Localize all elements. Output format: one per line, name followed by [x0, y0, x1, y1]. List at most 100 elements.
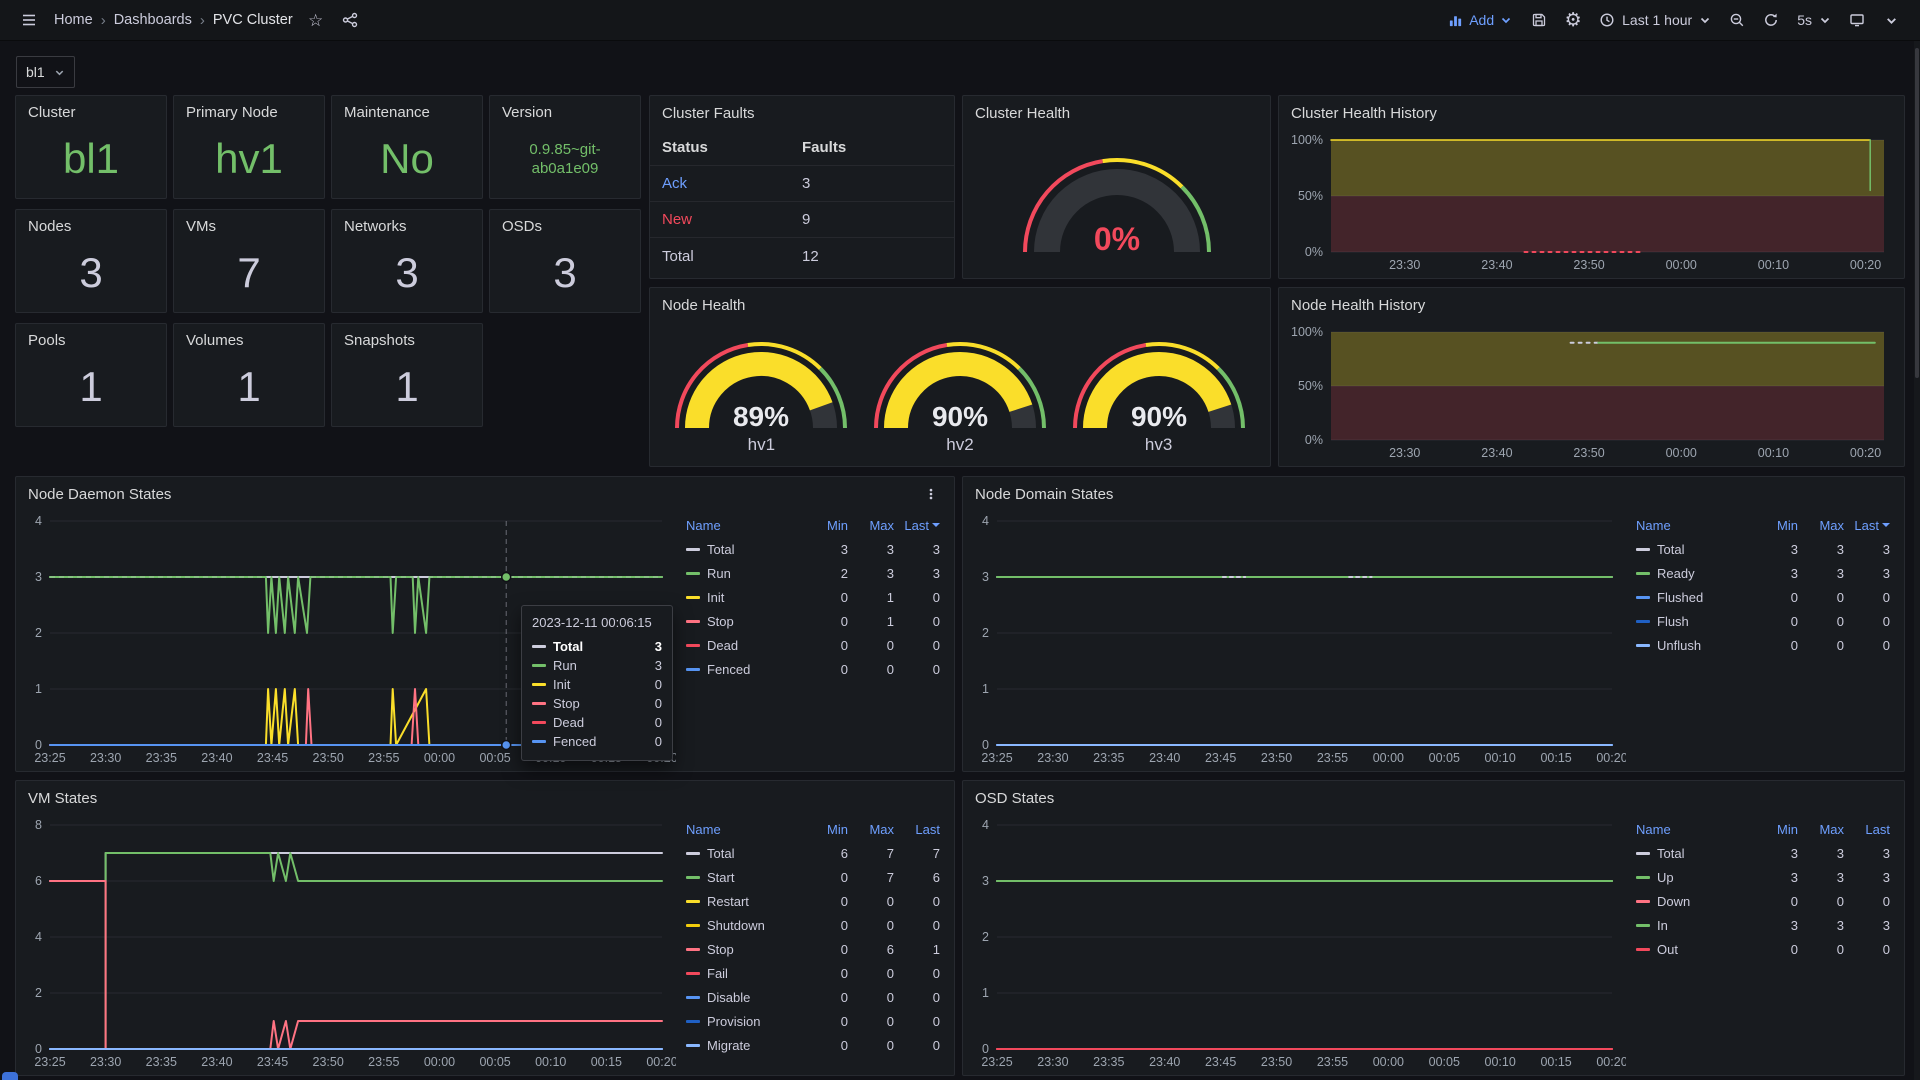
legend-item-stop[interactable]: Stop061: [686, 937, 940, 961]
legend-item-fenced[interactable]: Fenced000: [686, 657, 940, 681]
legend-item-flushed[interactable]: Flushed000: [1636, 585, 1890, 609]
legend-item-restart[interactable]: Restart000: [686, 889, 940, 913]
legend-item-shutdown[interactable]: Shutdown000: [686, 913, 940, 937]
node-health-history-chart[interactable]: 100%50%0%23:3023:4023:5000:0000:1000:20: [1285, 322, 1898, 462]
legend-item-disable[interactable]: Disable000: [686, 985, 940, 1009]
scrollbar-thumb[interactable]: [1915, 48, 1919, 378]
kiosk-mode-button[interactable]: [1842, 5, 1872, 35]
menu-toggle-button[interactable]: [14, 5, 44, 35]
legend-item-init[interactable]: Init010: [686, 585, 940, 609]
vm-states-chart[interactable]: 8642023:2523:3023:3523:4023:4523:5023:55…: [22, 815, 676, 1071]
panel-title[interactable]: Cluster Health History: [1279, 96, 1904, 130]
scrollbar[interactable]: [1914, 41, 1920, 1080]
legend-col-min[interactable]: Min: [1752, 518, 1798, 533]
legend-col-max[interactable]: Max: [848, 822, 894, 837]
panel-title[interactable]: Primary Node: [174, 96, 324, 121]
legend-item-down[interactable]: Down000: [1636, 889, 1890, 913]
panel-title[interactable]: Pools: [16, 324, 166, 349]
legend-col-max[interactable]: Max: [1798, 518, 1844, 533]
refresh-button[interactable]: [1756, 5, 1786, 35]
legend-item-ready[interactable]: Ready333: [1636, 561, 1890, 585]
legend-series-name: Provision: [707, 1014, 760, 1029]
node-daemon-states-legend: NameMinMaxLast Total333Run233Init010Stop0…: [676, 511, 948, 767]
panel-title[interactable]: VM States: [16, 781, 954, 815]
panel-title[interactable]: Cluster Health: [963, 96, 1270, 130]
dashboard-settings-button[interactable]: ⚙: [1558, 5, 1588, 35]
panel-title[interactable]: Networks: [332, 210, 482, 235]
legend-col-max[interactable]: Max: [848, 518, 894, 533]
legend-item-out[interactable]: Out000: [1636, 937, 1890, 961]
legend-col-min[interactable]: Min: [802, 518, 848, 533]
share-button[interactable]: [335, 5, 365, 35]
chevron-down-icon: [54, 67, 65, 78]
legend-col-name[interactable]: Name: [1636, 822, 1752, 837]
panel-title[interactable]: Snapshots: [332, 324, 482, 349]
legend-col-name[interactable]: Name: [686, 822, 802, 837]
legend-series-name: Shutdown: [707, 918, 765, 933]
legend-item-up[interactable]: Up333: [1636, 865, 1890, 889]
panel-title[interactable]: Node Health History: [1279, 288, 1904, 322]
panel-title[interactable]: Node Health: [650, 288, 1270, 322]
bottom-left-button[interactable]: [2, 1072, 18, 1080]
svg-text:0: 0: [982, 1042, 989, 1056]
refresh-interval-picker[interactable]: 5s: [1790, 5, 1838, 35]
save-dashboard-button[interactable]: [1524, 5, 1554, 35]
breadcrumb-current[interactable]: PVC Cluster: [213, 12, 293, 28]
panel-menu-button[interactable]: [920, 483, 942, 505]
legend-item-total[interactable]: Total333: [686, 537, 940, 561]
panel-title[interactable]: Version: [490, 96, 640, 121]
legend-col-last[interactable]: Last: [894, 518, 940, 533]
legend-item-dead[interactable]: Dead000: [686, 633, 940, 657]
legend-last-value: 0: [894, 1038, 940, 1053]
legend-min-value: 0: [802, 966, 848, 981]
collapse-nav-button[interactable]: [1876, 5, 1906, 35]
legend-col-max[interactable]: Max: [1798, 822, 1844, 837]
panel-title[interactable]: Volumes: [174, 324, 324, 349]
legend-item-in[interactable]: In333: [1636, 913, 1890, 937]
legend-col-last[interactable]: Last: [894, 822, 940, 837]
breadcrumb-dashboards[interactable]: Dashboards: [114, 12, 192, 28]
legend-col-last[interactable]: Last: [1844, 822, 1890, 837]
breadcrumb-home[interactable]: Home: [54, 12, 93, 28]
legend-item-start[interactable]: Start076: [686, 865, 940, 889]
dashboard-canvas: bl1 Clusterbl1Primary Nodehv1Maintenance…: [0, 41, 1920, 1080]
panel-title[interactable]: Maintenance: [332, 96, 482, 121]
osd-states-chart[interactable]: 4321023:2523:3023:3523:4023:4523:5023:55…: [969, 815, 1626, 1071]
panel-title[interactable]: Nodes: [16, 210, 166, 235]
legend-col-min[interactable]: Min: [1752, 822, 1798, 837]
legend-col-name[interactable]: Name: [686, 518, 802, 533]
stat-panel-version: Version0.9.85~git-ab0a1e09: [489, 95, 641, 199]
time-range-picker[interactable]: Last 1 hour: [1592, 5, 1718, 35]
legend-min-value: 0: [802, 614, 848, 629]
panel-title[interactable]: OSD States: [963, 781, 1904, 815]
cluster-health-history-chart[interactable]: 100%50%0%23:3023:4023:5000:0000:1000:20: [1285, 130, 1898, 274]
legend-col-min[interactable]: Min: [802, 822, 848, 837]
panel-title[interactable]: Cluster: [16, 96, 166, 121]
variable-picker[interactable]: bl1: [16, 56, 75, 88]
add-button[interactable]: Add: [1440, 5, 1520, 35]
panel-title[interactable]: Cluster Faults: [650, 96, 954, 130]
legend-item-total[interactable]: Total333: [1636, 841, 1890, 865]
legend-item-total[interactable]: Total677: [686, 841, 940, 865]
panel-title[interactable]: VMs: [174, 210, 324, 235]
legend-item-migrate[interactable]: Migrate000: [686, 1033, 940, 1057]
legend-item-fail[interactable]: Fail000: [686, 961, 940, 985]
legend-item-flush[interactable]: Flush000: [1636, 609, 1890, 633]
svg-text:00:10: 00:10: [1758, 258, 1789, 272]
zoom-out-button[interactable]: [1722, 5, 1752, 35]
legend-item-unflush[interactable]: Unflush000: [1636, 633, 1890, 657]
legend-item-total[interactable]: Total333: [1636, 537, 1890, 561]
legend-max-value: 0: [1798, 638, 1844, 653]
legend-item-stop[interactable]: Stop010: [686, 609, 940, 633]
legend-item-run[interactable]: Run233: [686, 561, 940, 585]
panel-title[interactable]: Node Domain States: [963, 477, 1904, 511]
panel-title[interactable]: OSDs: [490, 210, 640, 235]
legend-item-provision[interactable]: Provision000: [686, 1009, 940, 1033]
column-header-status[interactable]: Status: [662, 139, 802, 156]
favorite-star-button[interactable]: ☆: [301, 5, 331, 35]
node-domain-states-chart[interactable]: 4321023:2523:3023:3523:4023:4523:5023:55…: [969, 511, 1626, 767]
column-header-faults[interactable]: Faults: [802, 139, 942, 156]
legend-col-last[interactable]: Last: [1844, 518, 1890, 533]
panel-title[interactable]: Node Daemon States: [28, 486, 171, 503]
legend-col-name[interactable]: Name: [1636, 518, 1752, 533]
